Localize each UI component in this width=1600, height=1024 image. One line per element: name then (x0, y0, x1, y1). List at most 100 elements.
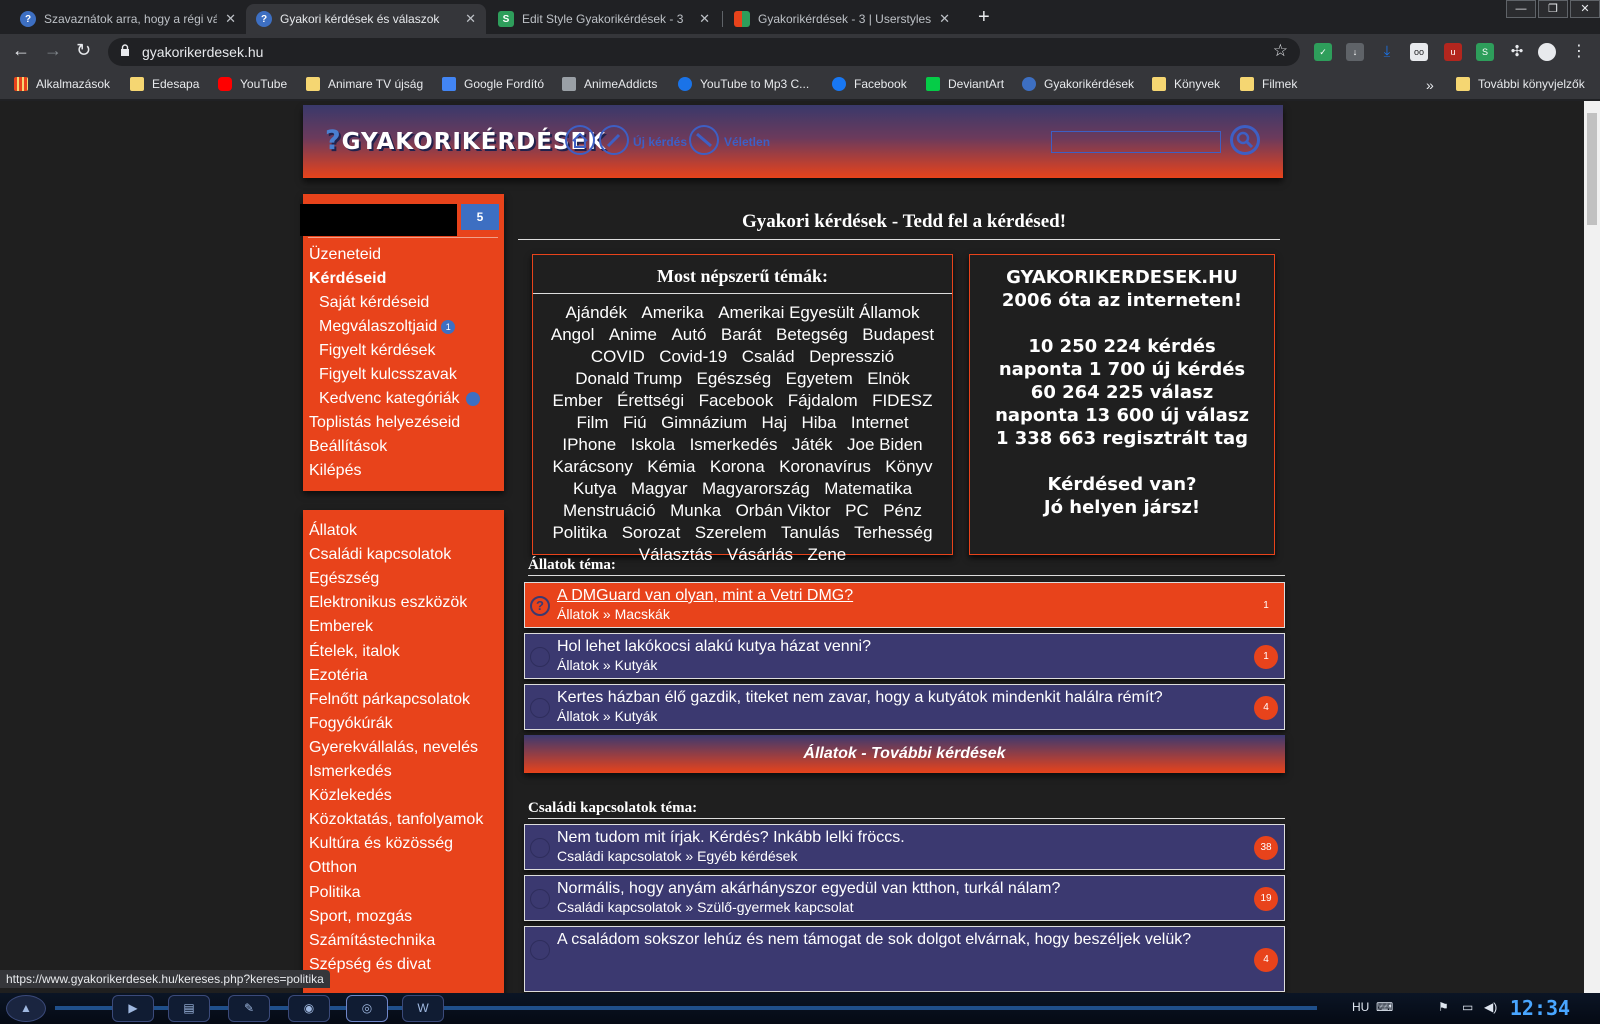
back-button[interactable]: ← (12, 40, 30, 61)
category-link[interactable]: Ismerkedés (309, 763, 392, 781)
topic-link[interactable]: Ismerkedés (690, 434, 778, 455)
category-link[interactable]: Fogyókúrák (309, 715, 393, 733)
bookmark-animare[interactable]: Animare TV újság (306, 77, 423, 91)
question-category[interactable]: Állatok » Kutyák (557, 657, 657, 673)
bookmark-deviantart[interactable]: DeviantArt (926, 77, 1004, 91)
bookmark-apps[interactable]: Alkalmazások (14, 77, 110, 91)
category-link[interactable]: Családi kapcsolatok (309, 546, 451, 564)
user-menu-item[interactable]: Kérdéseid (309, 270, 386, 288)
topic-link[interactable]: Hiba (801, 412, 836, 433)
page-scrollbar[interactable] (1584, 101, 1600, 993)
topic-link[interactable]: Budapest (862, 324, 934, 345)
address-bar[interactable]: gyakorikerdesek.hu ☆ (108, 38, 1300, 66)
topic-link[interactable]: Zene (808, 544, 847, 565)
category-link[interactable]: Politika (309, 884, 361, 902)
category-link[interactable]: Közlekedés (309, 787, 392, 805)
close-icon[interactable]: ✕ (465, 11, 476, 27)
category-link[interactable]: Gyerekvállalás, nevelés (309, 739, 478, 757)
topic-link[interactable]: Ajándék (566, 302, 627, 323)
topic-link[interactable]: Betegség (776, 324, 848, 345)
check-extension-icon[interactable]: ✓ (1314, 43, 1332, 61)
bookmarks-more-button[interactable]: » (1426, 77, 1434, 93)
restore-button[interactable]: ❐ (1538, 0, 1568, 18)
topic-link[interactable]: Covid-19 (659, 346, 727, 367)
scrollbar-thumb[interactable] (1587, 113, 1597, 225)
topic-link[interactable]: Egészség (697, 368, 772, 389)
profile-avatar-icon[interactable] (1538, 43, 1556, 61)
bookmark-edesapa[interactable]: Edesapa (130, 77, 199, 91)
user-menu-item[interactable]: Kedvenc kategóriák (319, 390, 480, 408)
question-category[interactable]: Családi kapcsolatok » Szülő-gyermek kapc… (557, 899, 853, 915)
topic-link[interactable]: Magyarország (702, 478, 810, 499)
bookmark-star-icon[interactable]: ☆ (1273, 41, 1288, 61)
user-menu-item[interactable]: Toplistás helyezéseid (309, 414, 460, 432)
question-row[interactable]: ? A DMGuard van olyan, mint a Vetri DMG? Á… (524, 582, 1285, 628)
category-link[interactable]: Állatok (309, 522, 357, 540)
chrome-taskbar-icon[interactable]: ◎ (346, 995, 388, 1022)
question-category[interactable]: Állatok » Kutyák (557, 708, 657, 724)
url-text[interactable]: gyakorikerdesek.hu (142, 44, 263, 60)
topic-link[interactable]: Orbán Viktor (736, 500, 831, 521)
topic-link[interactable]: Sorozat (622, 522, 681, 543)
topic-link[interactable]: Politika (552, 522, 607, 543)
download-extension-icon[interactable]: ↓ (1346, 43, 1364, 61)
flag-icon[interactable]: ⚑ (1438, 1000, 1449, 1014)
category-link[interactable]: Ezotéria (309, 667, 368, 685)
topic-link[interactable]: Angol (551, 324, 594, 345)
category-link[interactable]: Otthon (309, 859, 357, 877)
topic-link[interactable]: COVID (591, 346, 645, 367)
network-icon[interactable]: ▭ (1462, 1000, 1473, 1014)
question-title[interactable]: Hol lehet lakókocsi alakú kutya házat ve… (557, 638, 1207, 656)
topic-link[interactable]: Autó (671, 324, 706, 345)
menu-kebab-icon[interactable]: ⋮ (1570, 43, 1588, 61)
category-link[interactable]: Ételek, italok (309, 643, 400, 661)
bookmark-animeaddicts[interactable]: AnimeAddicts (562, 77, 657, 91)
bookmark-gyakorikerdesek[interactable]: Gyakorikérdések (1022, 77, 1134, 91)
bookmark-facebook[interactable]: Facebook (832, 77, 907, 91)
topic-link[interactable]: Egyetem (786, 368, 853, 389)
close-icon[interactable]: ✕ (939, 11, 950, 27)
topic-link[interactable]: Elnök (867, 368, 910, 389)
bookmark-youtube-mp3[interactable]: YouTube to Mp3 C... (678, 77, 809, 91)
ublock-icon[interactable]: u (1444, 43, 1462, 61)
user-menu-item[interactable]: Figyelt kulcsszavak (319, 366, 457, 384)
other-bookmarks[interactable]: További könyvjelzők (1456, 77, 1585, 91)
topic-link[interactable]: Kémia (647, 456, 695, 477)
reload-button[interactable]: ↻ (76, 40, 91, 61)
topic-link[interactable]: Könyv (885, 456, 932, 477)
question-category[interactable]: Állatok » Macskák (557, 606, 670, 622)
topic-link[interactable]: Kutya (573, 478, 616, 499)
category-link[interactable]: Kultúra és közösség (309, 835, 453, 853)
username-redacted[interactable] (300, 204, 457, 236)
topic-link[interactable]: IPhone (562, 434, 616, 455)
topic-link[interactable]: Internet (851, 412, 909, 433)
category-link[interactable]: Elektronikus eszközök (309, 594, 467, 612)
question-title[interactable]: Normális, hogy anyám akárhányszor egyedü… (557, 880, 1207, 898)
topic-link[interactable]: Választás (639, 544, 713, 565)
question-row[interactable]: Hol lehet lakókocsi alakú kutya házat ve… (524, 633, 1285, 679)
file-explorer-icon[interactable]: ▤ (168, 995, 210, 1022)
topic-link[interactable]: Terhesség (854, 522, 932, 543)
topic-link[interactable]: Szerelem (695, 522, 767, 543)
topic-link[interactable]: Depresszió (809, 346, 894, 367)
topic-link[interactable]: Iskola (631, 434, 675, 455)
topic-link[interactable]: Anime (609, 324, 657, 345)
lock-icon[interactable] (120, 44, 130, 56)
topic-link[interactable]: Játék (792, 434, 833, 455)
topic-link[interactable]: Menstruáció (563, 500, 656, 521)
user-menu-item[interactable]: Üzeneteid (309, 246, 381, 264)
topic-link[interactable]: PC (845, 500, 869, 521)
topic-link[interactable]: Film (576, 412, 608, 433)
volume-icon[interactable]: ◀) (1484, 1000, 1497, 1014)
question-row[interactable]: Normális, hogy anyám akárhányszor egyedü… (524, 875, 1285, 921)
topic-link[interactable]: Haj (762, 412, 788, 433)
question-row[interactable]: A családom sokszor lehúz és nem támogat … (524, 926, 1285, 992)
tab-edit-style[interactable]: S Edit Style Gyakorikérdések - 3 ✕ (488, 4, 720, 34)
tab-gyakori-kerdesek[interactable]: ? Gyakori kérdések és válaszok ✕ (246, 4, 486, 34)
tab-userstyles[interactable]: Gyakorikérdések - 3 | Userstyles ✕ (724, 4, 960, 34)
question-title[interactable]: A DMGuard van olyan, mint a Vetri DMG? (557, 587, 1207, 605)
topic-link[interactable]: Amerikai Egyesült Államok (718, 302, 919, 323)
topic-link[interactable]: Fájdalom (788, 390, 858, 411)
more-questions-button[interactable]: Állatok - További kérdések (524, 735, 1285, 773)
category-link[interactable]: Sport, mozgás (309, 908, 412, 926)
